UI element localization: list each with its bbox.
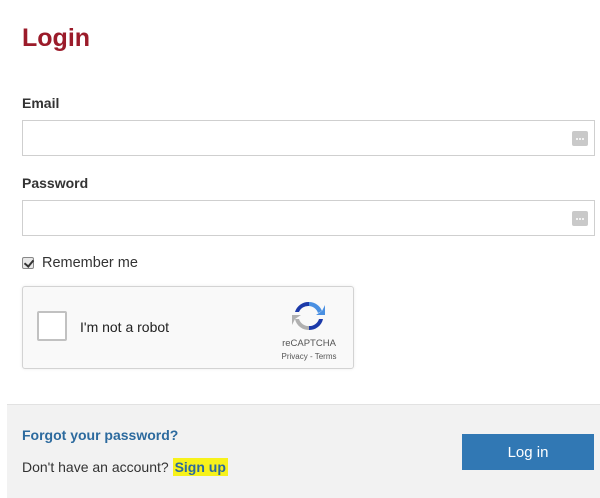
password-field-container [22,200,595,236]
recaptcha-logo-icon [292,301,325,331]
more-dots-icon[interactable] [572,131,588,146]
email-field[interactable] [23,121,594,155]
login-footer: Forgot your password? Don't have an acco… [7,404,600,498]
more-dots-icon[interactable] [572,211,588,226]
signup-prompt: Don't have an account? [22,459,169,475]
remember-me-checkbox[interactable] [22,257,34,269]
signup-link[interactable]: Sign up [172,458,228,476]
password-label: Password [22,175,89,191]
recaptcha-checkbox[interactable] [37,311,67,341]
signup-prompt-line: Don't have an account? Sign up [22,458,228,476]
recaptcha-brand: reCAPTCHA [282,338,336,349]
forgot-password-link[interactable]: Forgot your password? [22,427,178,443]
page-title: Login [22,24,91,52]
password-field[interactable] [23,201,594,235]
email-label: Email [22,95,60,111]
recaptcha-widget: I'm not a robot reCAPTCHA Privacy - Term… [22,286,354,369]
recaptcha-label: I'm not a robot [80,319,170,335]
remember-me-row[interactable]: Remember me [22,255,138,271]
recaptcha-privacy-terms[interactable]: Privacy - Terms [277,352,341,361]
remember-me-label[interactable]: Remember me [42,255,138,271]
email-field-container [22,120,595,156]
login-button[interactable]: Log in [462,434,594,470]
